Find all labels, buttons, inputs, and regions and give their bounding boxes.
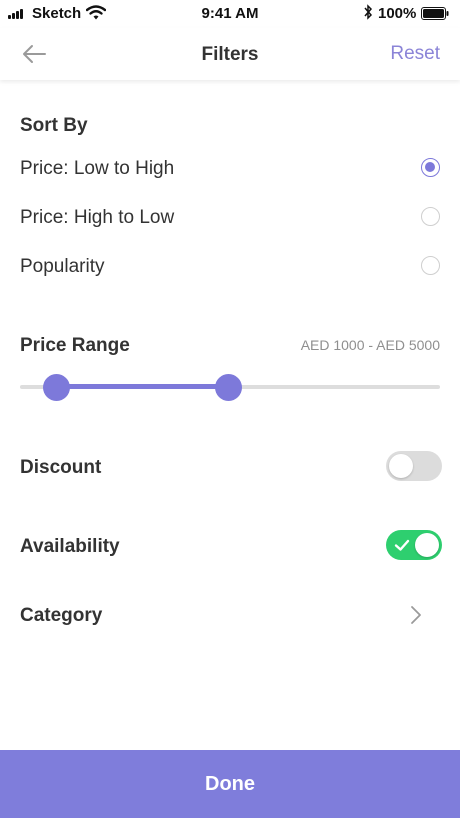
sort-option-radio-low-to-high[interactable]	[421, 158, 440, 177]
toggle-knob	[415, 533, 439, 557]
availability-label: Availability	[20, 536, 120, 557]
sort-by-heading: Sort By	[20, 115, 88, 136]
nav-bar: Filters Reset	[0, 28, 460, 80]
checkmark-icon	[394, 539, 410, 551]
sort-option-label[interactable]: Price: Low to High	[20, 158, 174, 180]
price-slider-max-handle[interactable]	[215, 374, 242, 401]
status-bar: Sketch 9:41 AM 100%	[0, 0, 460, 28]
price-range-heading: Price Range	[20, 335, 130, 356]
reset-button[interactable]: Reset	[390, 43, 440, 65]
sort-option-label[interactable]: Price: High to Low	[20, 207, 174, 229]
sort-option-radio-high-to-low[interactable]	[421, 207, 440, 226]
bluetooth-icon	[364, 4, 373, 20]
price-slider-min-handle[interactable]	[43, 374, 70, 401]
discount-toggle[interactable]	[386, 451, 442, 481]
sort-option-radio-popularity[interactable]	[421, 256, 440, 275]
discount-label: Discount	[20, 457, 102, 478]
price-range-value: AED 1000 - AED 5000	[300, 337, 440, 353]
toggle-knob	[389, 454, 413, 478]
done-button[interactable]: Done	[0, 750, 460, 818]
availability-toggle[interactable]	[386, 530, 442, 560]
battery-percent: 100%	[378, 5, 417, 22]
category-label[interactable]: Category	[20, 605, 102, 627]
battery-icon	[421, 7, 449, 20]
chevron-right-icon[interactable]	[409, 604, 423, 626]
price-slider-selected-range	[56, 384, 228, 389]
sort-option-label[interactable]: Popularity	[20, 256, 105, 278]
